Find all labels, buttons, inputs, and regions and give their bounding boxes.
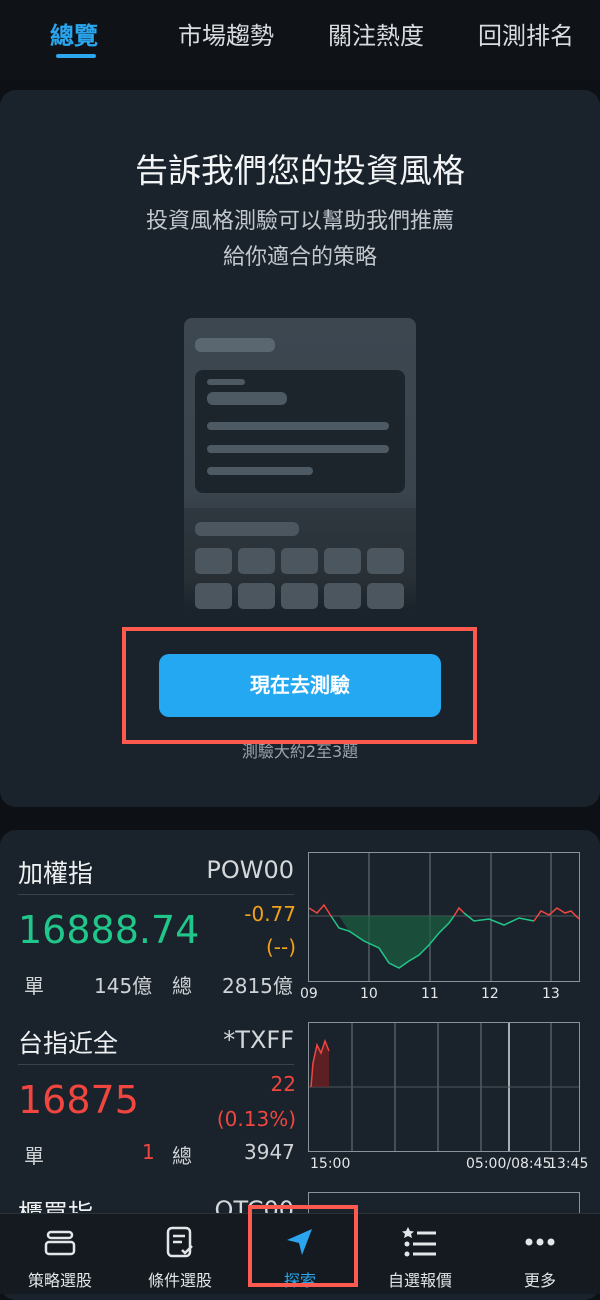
x-tick: 10 <box>360 986 378 1002</box>
illus-key <box>238 583 275 609</box>
area-fill <box>311 1041 329 1087</box>
unit-value: 145億 <box>94 974 153 998</box>
illus-bar <box>207 422 389 430</box>
total-value: 3947 <box>244 1140 295 1164</box>
nav-label: 條件選股 <box>147 1271 212 1290</box>
divider <box>18 1064 294 1065</box>
unit-value: 1 <box>142 1140 155 1164</box>
illus-bar <box>207 467 313 475</box>
nav-highlight-box <box>248 1205 358 1287</box>
price-line-up <box>453 906 465 917</box>
x-tick: 09 <box>300 986 318 1002</box>
market-code: *TXFF <box>223 1026 294 1054</box>
x-tick: 15:00 <box>310 1156 351 1172</box>
star-list-icon <box>402 1227 436 1257</box>
illus-key <box>367 583 404 609</box>
illus-bar <box>207 392 287 405</box>
nav-label: 更多 <box>523 1271 556 1290</box>
illus-keyboard <box>184 508 416 610</box>
illus-bar <box>207 379 245 385</box>
illus-key <box>324 583 361 609</box>
nav-more[interactable]: 更多 <box>480 1214 600 1294</box>
nav-label: 自選報價 <box>387 1271 452 1290</box>
tab-market-trend[interactable]: 市場趨勢 <box>178 16 274 51</box>
price-line-down <box>463 912 535 926</box>
tray-stack-icon <box>44 1230 76 1256</box>
market-change-pct: (--) <box>265 935 296 959</box>
illus-key <box>195 548 232 574</box>
price-line-up <box>308 903 332 917</box>
quiz-description: 投資風格測驗可以幫助我們推薦 給你適合的策略 <box>0 204 600 276</box>
tab-attention-heat[interactable]: 關注熱度 <box>328 16 424 51</box>
x-tick: 13:45 <box>548 1156 589 1172</box>
illus-bar <box>195 338 275 352</box>
market-name: 加權指 <box>18 859 94 888</box>
illus-key <box>281 583 318 609</box>
start-quiz-button[interactable]: 現在去測驗 <box>159 654 441 717</box>
tab-active-indicator <box>56 54 96 58</box>
intraday-chart-svg <box>309 1023 579 1151</box>
price-line-up <box>533 907 580 922</box>
illus-bar <box>195 522 299 536</box>
market-price: 16888.74 <box>18 908 200 952</box>
unit-label: 單 <box>24 974 44 998</box>
market-code: POW00 <box>206 856 294 884</box>
divider <box>18 894 294 895</box>
illus-key <box>195 583 232 609</box>
nav-label: 策略選股 <box>27 1271 92 1290</box>
unit-label: 單 <box>24 1144 44 1168</box>
x-tick: 05:00/08:45 <box>466 1156 552 1172</box>
x-tick: 13 <box>542 986 560 1002</box>
market-change-pct: (0.13%) <box>216 1107 296 1131</box>
illus-key <box>367 548 404 574</box>
illus-key <box>281 548 318 574</box>
x-tick: 12 <box>481 986 499 1002</box>
intraday-chart-futures <box>308 1022 580 1152</box>
illus-card <box>195 370 405 493</box>
area-fill <box>339 916 454 968</box>
checklist-doc-icon <box>166 1226 193 1258</box>
illus-key <box>238 548 275 574</box>
quiz-illustration <box>184 318 416 610</box>
quiz-description-line1: 投資風格測驗可以幫助我們推薦 <box>145 209 454 234</box>
more-dots-icon <box>525 1238 555 1246</box>
total-value: 2815億 <box>222 974 293 998</box>
x-tick: 11 <box>421 986 439 1002</box>
total-label: 總 <box>172 974 192 998</box>
nav-strategy-picks[interactable]: 策略選股 <box>0 1214 120 1294</box>
tab-backtest-ranking[interactable]: 回測排名 <box>478 16 574 51</box>
intraday-chart-taiex <box>308 852 580 982</box>
top-tab-bar: 總覽 市場趨勢 關注熱度 回測排名 <box>0 0 600 80</box>
quiz-title: 告訴我們您的投資風格 <box>135 151 465 190</box>
market-change: 22 <box>270 1072 296 1096</box>
quiz-description-line2: 給你適合的策略 <box>222 245 377 270</box>
market-change: -0.77 <box>244 902 296 926</box>
market-price: 16875 <box>18 1078 139 1122</box>
tab-overview[interactable]: 總覽 <box>50 16 98 51</box>
market-name: 台指近全 <box>18 1029 119 1058</box>
illus-bar <box>207 445 389 453</box>
intraday-chart-svg <box>308 853 580 981</box>
nav-watchlist[interactable]: 自選報價 <box>360 1214 480 1294</box>
illus-key <box>324 548 361 574</box>
nav-condition-picks[interactable]: 條件選股 <box>120 1214 240 1294</box>
total-label: 總 <box>172 1144 192 1168</box>
